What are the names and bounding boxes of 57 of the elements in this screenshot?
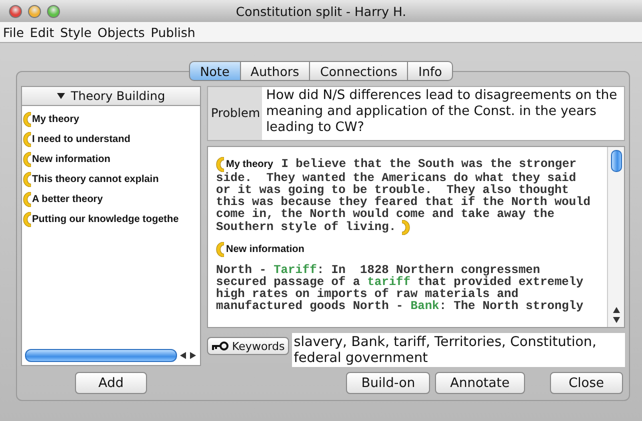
problem-text: How did N/S differences lead to disagreements on the meaning and application of the Const. in the years leading to CW? [262, 87, 624, 140]
scaffold-label: My theory [226, 158, 274, 170]
scroll-left-icon[interactable] [180, 352, 187, 358]
scaffold-bracket-icon [23, 172, 31, 186]
down-triangle-icon[interactable] [56, 92, 65, 100]
scaffold-title: Theory Building [70, 89, 166, 103]
tab[interactable]: Authors [240, 61, 310, 81]
action-button[interactable]: Annotate [435, 372, 525, 394]
menu-item[interactable]: Style [60, 24, 92, 40]
note-line: secured passage of a tariff that provided extremely [216, 276, 584, 288]
note-line: I believe that the South was the stronger [281, 158, 576, 170]
scaffold-bracket-icon [23, 212, 31, 226]
scaffold-bracket-icon [216, 156, 224, 172]
problem-label: Problem [210, 106, 262, 120]
note-line: or it was going to be trouble. They also thought [216, 184, 569, 196]
add-button[interactable]: Add [75, 372, 147, 394]
window-title: Constitution split - Harry H. [236, 4, 406, 18]
tab[interactable]: Info [408, 61, 454, 81]
menu-item[interactable]: Edit [30, 24, 54, 40]
scaffold-item[interactable]: This theory cannot explain [32, 174, 159, 184]
scaffold-header[interactable]: Theory Building [21, 86, 201, 106]
action-button[interactable]: Close [550, 372, 623, 394]
note-line: side. They wanted the Americans do what they said [216, 172, 576, 184]
tab[interactable]: Note [188, 61, 241, 81]
keywords-button[interactable]: Keywords [207, 337, 289, 355]
zoom-button[interactable] [47, 4, 60, 18]
scaffold-item[interactable]: I need to understand [32, 134, 130, 144]
menu-item[interactable]: Publish [150, 24, 196, 40]
scroll-right-icon[interactable] [190, 352, 197, 358]
menu-item[interactable]: File [3, 24, 24, 40]
scaffold-item[interactable]: Putting our knowledge togethe [32, 214, 179, 224]
note-line: this was because they feared that if the North would [216, 196, 590, 208]
scaffold-bracket-icon [23, 152, 31, 166]
scaffold-bracket-icon [216, 242, 224, 257]
note-line: come in, the North would come and take away the [216, 208, 554, 220]
action-button[interactable]: Build-on [346, 372, 430, 394]
tab[interactable]: Connections [310, 61, 408, 81]
note-line: manufactured goods North - Bank: The North strongly [216, 300, 584, 312]
scaffold-item[interactable]: My theory [32, 114, 80, 124]
keywords-field[interactable]: slavery, Bank, tariff, Territories, Constitution, federal government [292, 333, 625, 367]
scrollbar-thumb[interactable] [610, 150, 622, 172]
scaffold-bracket-icon [23, 192, 31, 206]
scaffold-item[interactable]: New information [32, 154, 110, 164]
scaffold-bracket-icon [23, 112, 31, 126]
menu-item[interactable]: Objects [98, 24, 145, 40]
scaffold-label: New information [226, 244, 304, 255]
minimize-button[interactable] [28, 4, 41, 18]
key-icon [211, 341, 229, 351]
close-button[interactable] [9, 4, 22, 18]
note-line: Southern style of living. [216, 221, 396, 234]
note-line: North - Tariff: In 1828 Northern congressmen [216, 264, 540, 276]
scaffold-bracket-icon [23, 132, 31, 146]
scroll-up-icon[interactable] [612, 307, 620, 314]
scaffold-item[interactable]: A better theory [32, 194, 103, 204]
note-line: high rates on imports of raw materials and [216, 288, 518, 300]
scrollbar-thumb[interactable] [25, 348, 177, 362]
scroll-down-icon[interactable] [612, 317, 620, 324]
